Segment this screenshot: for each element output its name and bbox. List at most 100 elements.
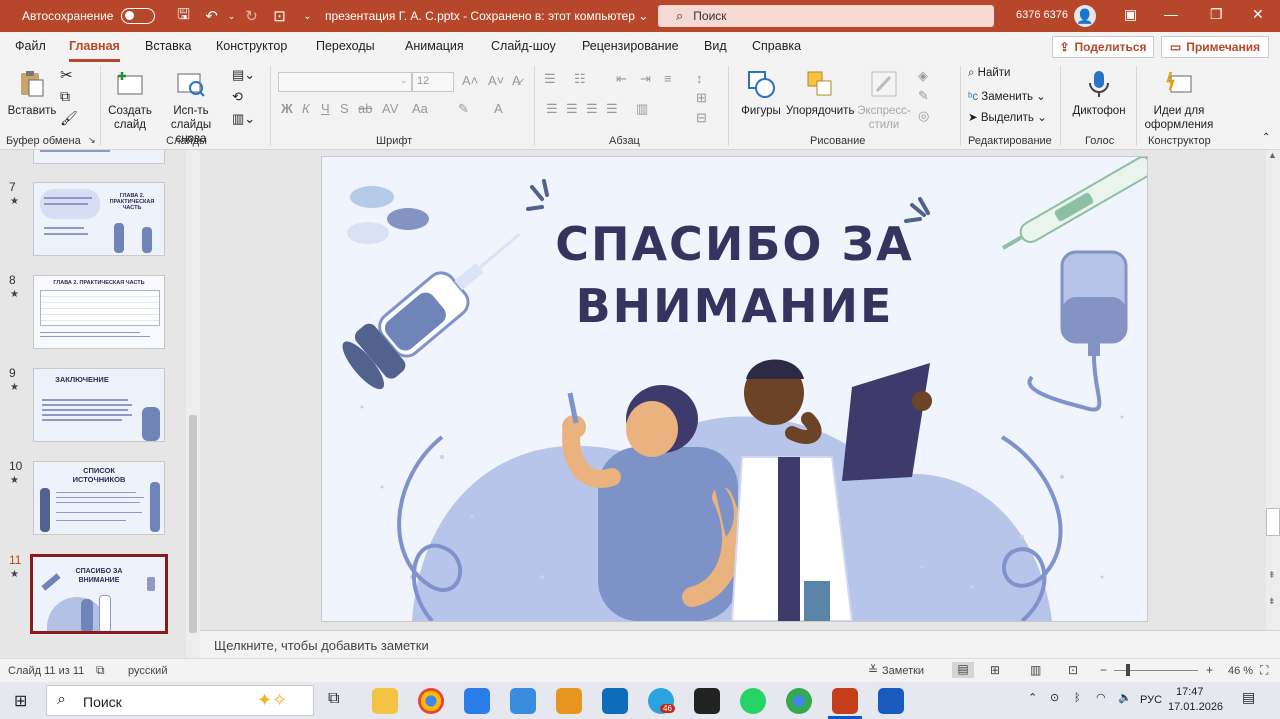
app-icon[interactable]	[694, 688, 720, 714]
presentation-icon[interactable]: ⊡	[265, 7, 293, 25]
undo-icon[interactable]: ↶	[197, 7, 225, 25]
shape-outline-icon[interactable]: ✎	[918, 88, 929, 104]
customize-toolbar-icon[interactable]: ⌄	[293, 11, 321, 22]
notifications-icon[interactable]: ▤	[1242, 690, 1255, 704]
copy-icon[interactable]: ⧉	[60, 88, 70, 105]
bold-icon[interactable]: Ж	[281, 101, 293, 116]
close-icon[interactable]: ✕	[1252, 6, 1264, 23]
thumbnail-scrollbar-thumb[interactable]	[189, 415, 197, 633]
tab-home[interactable]: Главная	[69, 39, 120, 62]
task-view-icon[interactable]: ⧉	[328, 690, 339, 708]
tab-help[interactable]: Справка	[752, 39, 801, 53]
shrink-font-icon[interactable]: A˅	[488, 73, 504, 88]
smartart-icon[interactable]: ⊟	[696, 110, 707, 126]
increase-indent-icon[interactable]: ⇥	[640, 71, 651, 87]
tab-view[interactable]: Вид	[704, 39, 727, 53]
slideshow-icon[interactable]: ⊡	[1068, 663, 1078, 677]
wifi-icon[interactable]: ◠	[1096, 692, 1106, 705]
font-name-combo[interactable]	[278, 72, 412, 92]
language-status[interactable]: русский	[128, 665, 167, 677]
font-color-icon[interactable]: A	[494, 101, 503, 116]
slide-thumbnail-9[interactable]: ЗАКЛЮЧЕНИЕ	[33, 368, 165, 442]
zoom-level[interactable]: 46 %	[1228, 665, 1253, 677]
tab-transitions[interactable]: Переходы	[316, 39, 375, 53]
dialog-launcher-icon[interactable]: ↘	[88, 135, 96, 146]
chrome-profile-icon[interactable]	[786, 688, 812, 714]
network-icon[interactable]: ⊙	[1050, 692, 1059, 705]
tab-review[interactable]: Рецензирование	[582, 39, 679, 53]
windows-start-icon[interactable]: ⊞	[14, 691, 27, 711]
clock-date[interactable]: 17.01.2026	[1168, 701, 1223, 714]
tab-insert[interactable]: Вставка	[145, 39, 191, 53]
slide-thumbnail-10[interactable]: СПИСОК ИСТОЧНИКОВ	[33, 461, 165, 535]
tray-chevron-icon[interactable]: ⌃	[1028, 692, 1037, 705]
slide-thumbnail-7[interactable]: ГЛАВА 2. ПРАКТИЧЕСКАЯ ЧАСТЬ	[33, 182, 165, 256]
section-icon[interactable]: ▥⌄	[232, 111, 255, 127]
text-direction-icon[interactable]: ↕	[696, 71, 703, 86]
current-slide[interactable]: СПАСИБО ЗА ВНИМАНИЕ	[322, 157, 1147, 621]
design-ideas-button[interactable]: Идеи для оформления	[1142, 68, 1216, 132]
align-left-icon[interactable]: ☰	[546, 101, 558, 117]
slide-thumbnail-8[interactable]: ГЛАВА 2. ПРАКТИЧЕСКАЯ ЧАСТЬ	[33, 275, 165, 349]
reading-view-icon[interactable]: ▥	[1030, 663, 1041, 677]
redo-icon[interactable]: ↻	[237, 7, 265, 25]
shape-fill-icon[interactable]: ◈	[918, 68, 928, 84]
justify-icon[interactable]: ☰	[606, 101, 618, 117]
document-title[interactable]: презентация Г. А. С.pptx - Сохранено в: …	[325, 9, 648, 23]
whatsapp-icon[interactable]	[740, 688, 766, 714]
tab-animations[interactable]: Анимация	[405, 39, 464, 53]
notes-toggle[interactable]: Заметки	[882, 665, 924, 677]
zoom-out-icon[interactable]: −	[1100, 663, 1107, 677]
new-slide-button[interactable]: Создать слайд	[106, 68, 154, 132]
user-name[interactable]: 6376 6376	[1016, 9, 1068, 21]
format-painter-icon[interactable]: 🖌	[60, 110, 78, 127]
search-box[interactable]: ⌕ Поиск	[658, 5, 994, 27]
paste-button[interactable]: Вставить	[6, 68, 58, 118]
zoom-in-icon[interactable]: +	[1206, 663, 1213, 677]
quick-styles-button[interactable]: Экспресс-стили	[856, 68, 912, 132]
underline-icon[interactable]: Ч	[321, 101, 330, 116]
arrange-button[interactable]: Упорядочить	[786, 68, 854, 118]
slide-thumbnail-6[interactable]	[33, 150, 165, 164]
slide-title-line1[interactable]: СПАСИБО ЗА	[322, 217, 1147, 271]
clock-time[interactable]: 17:47	[1176, 686, 1204, 699]
autosave-toggle[interactable]	[121, 8, 156, 24]
numbering-icon[interactable]: ☷	[574, 71, 586, 87]
select-button[interactable]: ➤ Выделить ⌄	[968, 110, 1047, 124]
input-language[interactable]: РУС	[1140, 694, 1162, 707]
comments-button[interactable]: ▭ Примечания	[1161, 36, 1269, 58]
chevron-down-icon[interactable]: ⌄	[225, 11, 237, 22]
sublime-icon[interactable]	[556, 688, 582, 714]
font-size-combo[interactable]: 12	[412, 72, 454, 92]
highlight-icon[interactable]: ✎	[458, 101, 469, 117]
shapes-button[interactable]: Фигуры	[738, 68, 784, 118]
save-icon[interactable]: 🖫	[169, 4, 197, 29]
find-button[interactable]: ⌕ Найти	[968, 67, 1010, 80]
slide-sorter-icon[interactable]: ⊞	[990, 663, 1000, 677]
normal-view-icon[interactable]: ▤	[952, 662, 974, 678]
accessibility-icon[interactable]: ⧉	[96, 663, 105, 678]
minimize-icon[interactable]: —	[1164, 6, 1178, 22]
dictate-button[interactable]: Диктофон	[1068, 68, 1130, 118]
cut-icon[interactable]: ✂	[60, 66, 73, 84]
tab-file[interactable]: Файл	[15, 39, 46, 53]
powerpoint-icon[interactable]	[832, 688, 858, 714]
shadow-icon[interactable]: S	[340, 101, 349, 116]
italic-icon[interactable]: К	[302, 101, 310, 116]
shape-effects-icon[interactable]: ◎	[918, 108, 929, 124]
line-spacing-icon[interactable]: ≡	[664, 71, 672, 86]
scroll-up-icon[interactable]: ▲	[1268, 150, 1277, 160]
grow-font-icon[interactable]: A˄	[462, 73, 478, 88]
align-center-icon[interactable]: ☰	[566, 101, 578, 117]
scrollbar-thumb[interactable]	[1266, 508, 1280, 536]
tab-design[interactable]: Конструктор	[216, 39, 287, 53]
strikethrough-icon[interactable]: ab	[358, 101, 372, 116]
decrease-indent-icon[interactable]: ⇤	[616, 71, 627, 87]
taskbar-search[interactable]: ⌕ Поиск ✦✧	[46, 685, 314, 716]
outlook-icon[interactable]	[602, 688, 628, 714]
clear-format-icon[interactable]: A̷	[512, 73, 521, 88]
user-avatar-icon[interactable]: 👤	[1074, 5, 1096, 27]
editor-scrollbar[interactable]: ▲ ⇞ ⇟	[1266, 150, 1280, 630]
change-case-icon[interactable]: Aa	[412, 101, 428, 116]
collapse-ribbon-icon[interactable]: ⌃	[1262, 132, 1270, 143]
